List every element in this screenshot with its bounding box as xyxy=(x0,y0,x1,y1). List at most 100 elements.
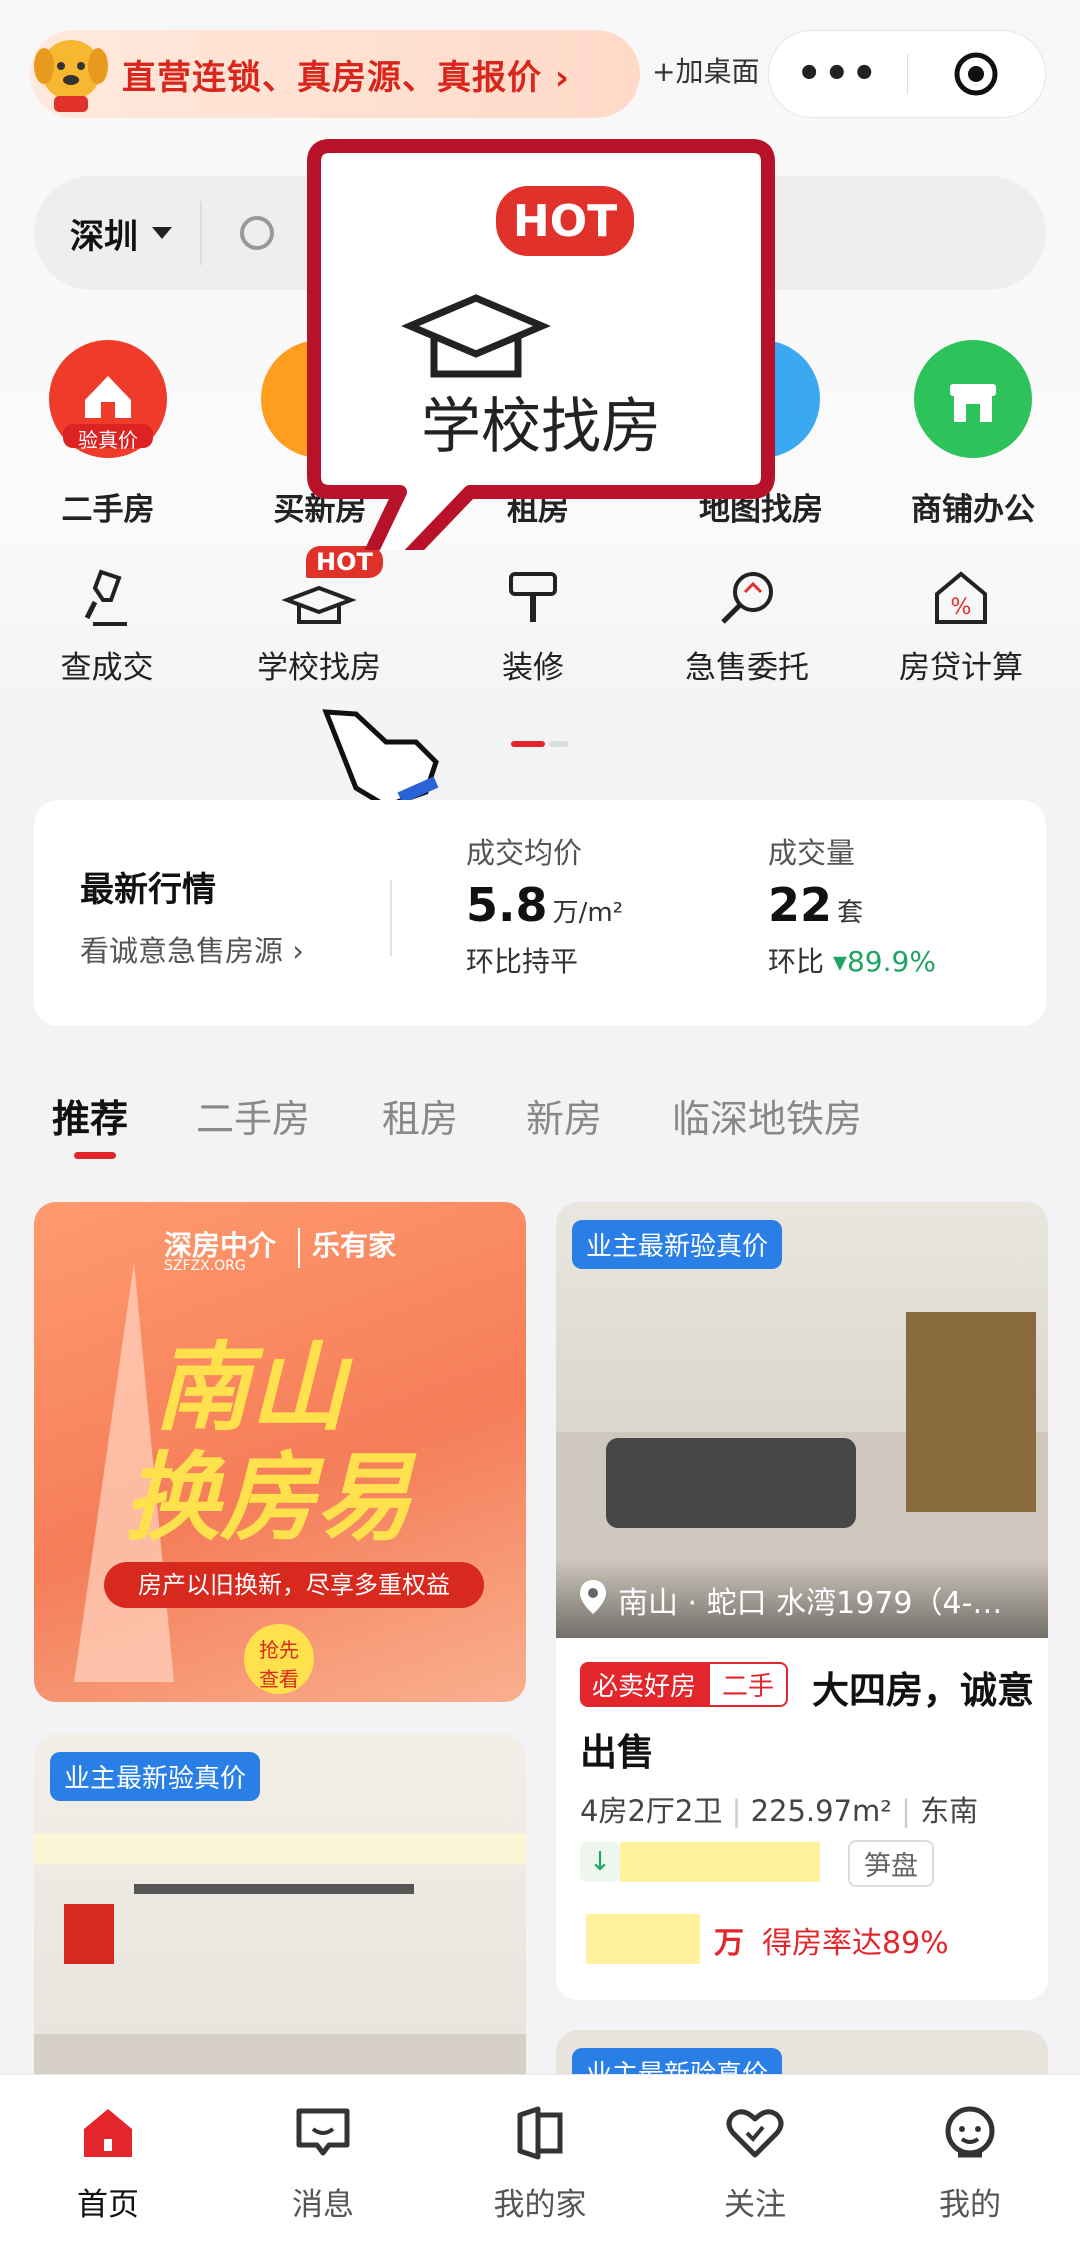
category-label: 查成交 xyxy=(60,650,154,686)
target-icon xyxy=(954,52,998,96)
add-to-desktop-link[interactable]: +加桌面 xyxy=(652,50,759,90)
category-label: 二手房 xyxy=(61,492,155,528)
page-indicator xyxy=(511,741,569,747)
category-mortgage-calc[interactable]: % 房贷计算 xyxy=(876,566,1046,687)
avg-price-block: 成交均价 5.8 万/m² 环比持平 xyxy=(466,830,623,980)
spec-layout: 4房2厅2卫 xyxy=(580,1794,723,1828)
ceiling-vent xyxy=(134,1884,414,1894)
banner-text: 直营连锁、真房源、真报价 › xyxy=(122,57,570,98)
avg-price-unit: 万/m² xyxy=(552,898,624,928)
volume-change-prefix: 环比 xyxy=(768,945,825,978)
promo-cta-line-1: 抢先 xyxy=(259,1638,299,1662)
nav-messages[interactable]: 消息 xyxy=(233,2105,413,2224)
promo-subline: 房产以旧换新，尽享多重权益 xyxy=(104,1562,484,1608)
avg-price-label: 成交均价 xyxy=(466,836,583,870)
paint-roller-icon xyxy=(509,572,557,622)
promo-cta-line-2: 查看 xyxy=(259,1667,299,1691)
volume-unit: 套 xyxy=(837,898,864,928)
tab-rent[interactable]: 租房 xyxy=(382,1088,458,1143)
nav-label: 我的家 xyxy=(493,2187,587,2223)
pointing-hand-icon xyxy=(322,709,439,809)
urgent-sale-link[interactable]: 看诚意急售房源 › xyxy=(80,928,304,970)
listing-card[interactable]: 南山 · 蛇口 水湾1979（4-… 业主最新验真价 必卖好房 二手 大四房，诚意… xyxy=(556,1202,1048,2000)
category-label: 房贷计算 xyxy=(899,650,1023,686)
nav-my-home[interactable]: 我的家 xyxy=(450,2105,630,2224)
bottom-nav: 首页 消息 我的家 关注 我的 xyxy=(0,2074,1080,2244)
verified-tag: 业主最新验真价 xyxy=(50,1752,261,1801)
callout-label: 学校找房 xyxy=(421,392,661,462)
home-icon xyxy=(84,2109,132,2157)
category-label: 装修 xyxy=(502,650,564,686)
verified-tag: 业主最新验真价 xyxy=(572,1220,783,1269)
message-icon xyxy=(296,2108,350,2156)
price-unit: 万 xyxy=(714,1926,744,1961)
promo-card[interactable]: 深房中介 SZFZX.ORG 乐有家 南山 换房易 房产以旧换新，尽享多重权益 … xyxy=(34,1202,526,1702)
heart-check-icon xyxy=(726,2109,784,2158)
tab-metro-homes[interactable]: 临深地铁房 xyxy=(672,1088,862,1143)
school-search-callout xyxy=(307,139,775,550)
red-decoration xyxy=(64,1904,114,1964)
nav-label: 首页 xyxy=(77,2187,139,2223)
market-title: 最新行情 xyxy=(80,870,216,910)
listing-location: 南山 · 蛇口 水湾1979（4-… xyxy=(618,1586,1003,1621)
redacted-price-change xyxy=(620,1842,820,1882)
promo-banner-pill[interactable]: 直营连锁、真房源、真报价 › xyxy=(30,30,640,118)
photo-sofa xyxy=(606,1438,856,1528)
volume-label: 成交量 xyxy=(768,836,856,870)
stamp-icon xyxy=(84,569,127,626)
photo-tv-wall xyxy=(906,1312,1036,1512)
search-icon xyxy=(240,216,274,250)
nav-follow[interactable]: 关注 xyxy=(665,2105,845,2224)
promo-headline-2: 换房易 xyxy=(124,1442,412,1554)
sale-tag-icon xyxy=(721,572,773,624)
market-summary-card[interactable]: 最新行情 看诚意急售房源 › 成交均价 5.8 万/m² 环比持平 成交量 22… xyxy=(34,800,1046,1026)
category-second-hand[interactable]: 验真价 二手房 xyxy=(33,340,183,529)
redacted-price xyxy=(586,1914,700,1964)
bargain-chip: 笋盘 xyxy=(848,1840,934,1887)
category-urgent-sale[interactable]: 急售委托 xyxy=(662,566,832,687)
more-menu-button[interactable]: ••• xyxy=(769,54,907,94)
volume-change: ▾89.9% xyxy=(832,945,936,978)
volume-block: 成交量 22 套 环比 ▾89.9% xyxy=(768,830,936,980)
spec-orientation: 东南 xyxy=(920,1794,979,1828)
volume-value: 22 xyxy=(768,878,833,932)
nav-label: 消息 xyxy=(292,2187,354,2223)
hot-badge: HOT xyxy=(306,546,383,578)
category-decoration[interactable]: 装修 xyxy=(448,566,618,687)
tab-recommend[interactable]: 推荐 xyxy=(52,1088,128,1143)
promo-cta-button[interactable]: 抢先 查看 xyxy=(244,1624,314,1694)
percent-house-icon: % xyxy=(935,571,987,624)
search-divider xyxy=(200,201,202,265)
mascot-dog-icon xyxy=(30,26,112,116)
tab-new-home[interactable]: 新房 xyxy=(526,1088,602,1143)
efficiency-rate: 得房率达89% xyxy=(762,1926,949,1961)
category-label: 学校找房 xyxy=(257,650,381,686)
listing-title: 大四房，诚意出售 xyxy=(580,1669,1034,1774)
svg-text:%: % xyxy=(951,595,972,620)
listing-specs: 4房2厅2卫 | 225.97m² | 东南 xyxy=(580,1794,979,1828)
price-down-icon: ↓ xyxy=(580,1842,620,1882)
category-shop-office[interactable]: 商铺办公 xyxy=(898,340,1048,529)
category-school-search[interactable]: 学校找房 xyxy=(234,566,404,687)
location-pin-icon xyxy=(580,1580,606,1614)
close-miniprogram-button[interactable] xyxy=(908,50,1046,98)
nav-home[interactable]: 首页 xyxy=(18,2105,198,2224)
spec-area: 225.97m² xyxy=(750,1794,892,1828)
category-label: 商铺办公 xyxy=(911,492,1035,528)
caret-down-icon xyxy=(152,227,172,239)
tab-second-hand[interactable]: 二手房 xyxy=(196,1088,310,1143)
category-label: 急售委托 xyxy=(685,650,809,686)
nav-profile[interactable]: 我的 xyxy=(880,2105,1060,2224)
ceiling-light xyxy=(34,1834,526,1864)
market-divider xyxy=(390,880,392,956)
callout-hot-badge: HOT xyxy=(512,196,618,247)
avg-price-change: 环比持平 xyxy=(466,945,579,978)
profile-icon xyxy=(945,2106,995,2158)
brand-divider xyxy=(298,1228,300,1268)
my-home-icon xyxy=(517,2106,563,2160)
house-icon: 验真价 xyxy=(49,340,167,458)
city-selector[interactable]: 深圳 xyxy=(70,209,138,258)
miniprogram-capsule: ••• xyxy=(768,30,1046,118)
promo-brand-right: 乐有家 xyxy=(312,1229,397,1262)
category-deal-query[interactable]: 查成交 xyxy=(22,566,192,687)
